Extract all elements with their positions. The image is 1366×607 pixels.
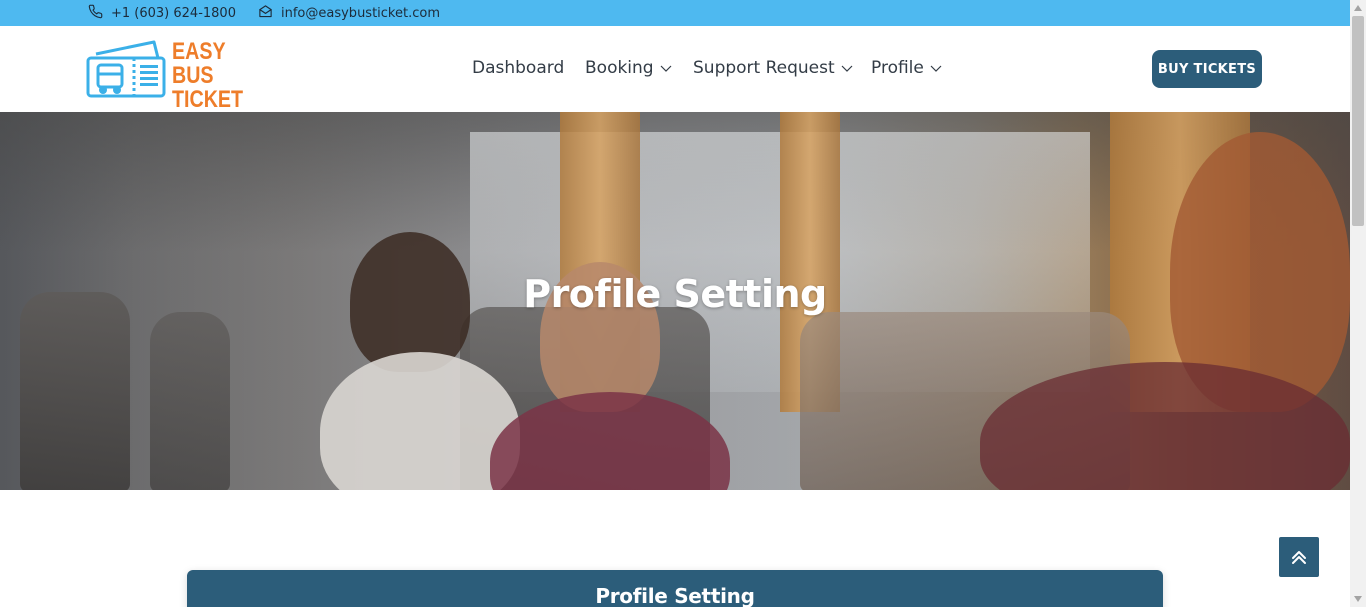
card-title: Profile Setting (595, 584, 755, 607)
chevron-down-icon (930, 65, 942, 72)
profile-setting-card: Profile Setting (187, 570, 1163, 607)
email-contact[interactable]: info@easybusticket.com (258, 0, 440, 26)
hero-title: Profile Setting (523, 272, 827, 316)
logo-line-1: EASY BUS (172, 38, 226, 89)
chevron-down-icon (841, 65, 853, 72)
chevron-down-icon (660, 65, 672, 72)
top-contact-bar: +1 (603) 624-1800 info@easybusticket.com (0, 0, 1350, 26)
page: +1 (603) 624-1800 info@easybusticket.com (0, 0, 1366, 607)
envelope-icon (258, 4, 273, 23)
nav-booking-label: Booking (585, 58, 654, 78)
site-header: EASY BUS TICKET Dashboard Booking Suppor… (0, 26, 1350, 112)
nav-dashboard[interactable]: Dashboard (472, 58, 564, 78)
email-address: info@easybusticket.com (281, 5, 440, 21)
scroll-to-top-button[interactable] (1279, 537, 1319, 577)
nav-profile-label: Profile (871, 58, 924, 78)
hero-seat (150, 312, 230, 490)
nav-profile[interactable]: Profile (871, 58, 942, 78)
phone-contact[interactable]: +1 (603) 624-1800 (88, 0, 236, 26)
caret-down-icon (1354, 596, 1362, 602)
site-logo[interactable]: EASY BUS TICKET (86, 40, 266, 112)
nav-dashboard-label: Dashboard (472, 58, 565, 78)
logo-line-2: TICKET (172, 86, 244, 113)
phone-number: +1 (603) 624-1800 (111, 5, 236, 21)
buy-tickets-button[interactable]: BUY TICKETS (1152, 50, 1262, 88)
phone-icon (88, 4, 103, 23)
nav-support-request-label: Support Request (693, 58, 835, 78)
scrollbar-thumb[interactable] (1352, 16, 1364, 226)
bus-ticket-icon (86, 40, 166, 98)
nav-booking[interactable]: Booking (585, 58, 672, 78)
nav-support-request[interactable]: Support Request (693, 58, 853, 78)
caret-up-icon (1354, 5, 1362, 11)
scroll-down-arrow[interactable] (1350, 591, 1366, 607)
scroll-up-arrow[interactable] (1350, 0, 1366, 16)
logo-wordmark: EASY BUS TICKET (172, 40, 249, 112)
chevron-up-icon (1292, 551, 1306, 564)
hero-seat (20, 292, 130, 490)
hero-banner: Profile Setting (0, 112, 1350, 490)
